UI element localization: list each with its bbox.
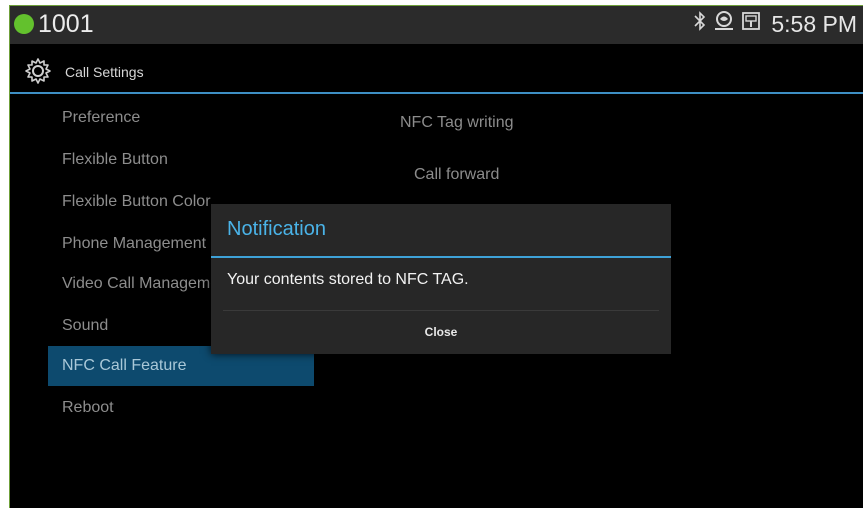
menu-item-reboot[interactable]: Reboot bbox=[48, 388, 314, 428]
bluetooth-icon bbox=[693, 10, 707, 38]
page-title: Call Settings bbox=[65, 64, 144, 80]
nfc-tag-writing-item[interactable]: NFC Tag writing bbox=[400, 114, 514, 132]
dialog-title: Notification bbox=[227, 218, 326, 240]
dialog-divider bbox=[211, 256, 671, 258]
line-number: 1001 bbox=[38, 10, 94, 38]
clock: 5:58 PM bbox=[771, 10, 857, 37]
menu-item-flexible-button[interactable]: Flexible Button bbox=[48, 140, 314, 180]
menu-item-preference[interactable]: Preference bbox=[48, 98, 314, 138]
call-forward-item[interactable]: Call forward bbox=[414, 166, 499, 184]
dialog-message: Your contents stored to NFC TAG. bbox=[227, 271, 469, 288]
phone-screen: 1001 5:58 PM Call Settings Preference Fl… bbox=[10, 6, 863, 508]
status-icons: 5:58 PM bbox=[693, 10, 857, 38]
status-bar: 1001 5:58 PM bbox=[10, 6, 863, 44]
line-status-indicator bbox=[14, 14, 34, 34]
close-button[interactable]: Close bbox=[211, 311, 671, 354]
notification-dialog: Notification Your contents stored to NFC… bbox=[211, 204, 671, 354]
sim-icon bbox=[741, 10, 761, 38]
network-icon bbox=[713, 10, 735, 38]
settings-header: Call Settings bbox=[10, 44, 863, 94]
